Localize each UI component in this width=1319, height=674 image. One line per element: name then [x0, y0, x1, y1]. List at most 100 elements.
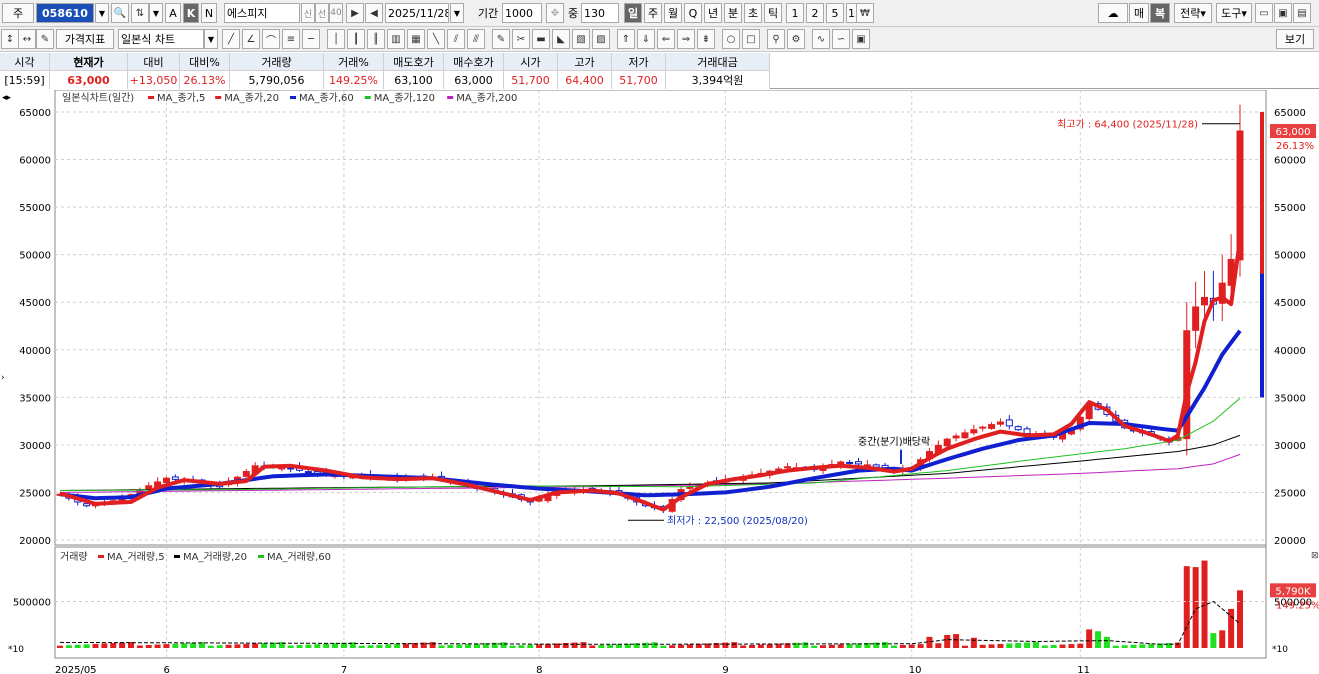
volume-bar: [1103, 636, 1110, 648]
btn-n[interactable]: N: [201, 3, 217, 23]
interval-button-6[interactable]: 초: [744, 3, 762, 23]
pencil-icon[interactable]: ✎: [492, 29, 510, 49]
play-icon[interactable]: ▶: [346, 3, 364, 23]
arrow-up-icon[interactable]: ⇑: [617, 29, 635, 49]
date-field[interactable]: 2025/11/28: [385, 3, 449, 23]
vlines3-icon[interactable]: ║: [367, 29, 385, 49]
frame-icon[interactable]: ▣: [852, 29, 870, 49]
interval-button-3[interactable]: Q: [684, 3, 702, 23]
sort-icon[interactable]: ⇅: [131, 3, 149, 23]
pattern1-icon[interactable]: ▧: [572, 29, 590, 49]
quote-header-7: 매수호가: [444, 53, 504, 71]
arrow-right-icon[interactable]: ⇒: [677, 29, 695, 49]
interval-button-9[interactable]: 2: [806, 3, 824, 23]
volume-bar: [500, 642, 507, 648]
candle-body: [1005, 419, 1013, 427]
parallel2-icon[interactable]: ⫻: [467, 29, 485, 49]
sort-dropdown-icon[interactable]: ▼: [149, 3, 163, 23]
last-volume-pct: 149.25%: [1276, 600, 1319, 611]
vline-icon[interactable]: │: [327, 29, 345, 49]
triangle-icon[interactable]: ◣: [552, 29, 570, 49]
x-axis-label: 11: [1077, 665, 1090, 674]
candle-body: [1201, 296, 1209, 306]
btn-n-label: N: [204, 6, 214, 20]
fan-icon[interactable]: ≡: [282, 29, 300, 49]
interval-button-1[interactable]: 주: [644, 3, 662, 23]
tools-menu[interactable]: 도구 ▾: [1216, 3, 1252, 23]
square-icon[interactable]: □: [742, 29, 760, 49]
pattern2-icon[interactable]: ▨: [592, 29, 610, 49]
market-select[interactable]: 주: [2, 3, 34, 23]
arrow-down-icon[interactable]: ⇓: [637, 29, 655, 49]
volume-bar: [287, 645, 294, 648]
won-icon[interactable]: ₩: [856, 3, 874, 23]
interval-button-4[interactable]: 년: [704, 3, 722, 23]
strategy-menu[interactable]: 전략 ▾: [1174, 3, 1212, 23]
volume-bar: [358, 645, 365, 648]
prev-icon[interactable]: ◀: [365, 3, 383, 23]
btn-sin[interactable]: 신: [301, 3, 315, 23]
edit-icon[interactable]: ✎: [36, 29, 54, 49]
btn-sel[interactable]: 선: [315, 3, 329, 23]
btn-k[interactable]: K: [183, 3, 199, 23]
vlines2-icon[interactable]: ┃: [347, 29, 365, 49]
channel-icon[interactable]: ╲: [427, 29, 445, 49]
btn-a[interactable]: A: [165, 3, 181, 23]
save-icon[interactable]: ▣: [1274, 3, 1292, 23]
wave1-icon[interactable]: ∿: [812, 29, 830, 49]
left-tick-label: 25000: [19, 488, 51, 499]
chart-type-select[interactable]: 일본식 차트: [118, 29, 204, 49]
interval-button-7[interactable]: 틱: [764, 3, 782, 23]
arc-icon[interactable]: ⌒: [262, 29, 280, 49]
settings-icon[interactable]: ⚙: [787, 29, 805, 49]
view-label: 보기: [1284, 33, 1306, 46]
arrow-up-down-icon[interactable]: ↕: [1, 29, 19, 49]
period-input[interactable]: 1000: [502, 3, 542, 23]
search-icon[interactable]: 🔍: [111, 3, 129, 23]
stock-name-field[interactable]: 에스피지: [224, 3, 300, 23]
candle-body: [1023, 428, 1031, 434]
print-icon[interactable]: ▤: [1293, 3, 1311, 23]
arrow-left-right-icon[interactable]: ↔: [18, 29, 36, 49]
btn-sin-label: 신: [303, 9, 313, 20]
interval-button-8[interactable]: 1: [786, 3, 804, 23]
low-annotation: 최저가 : 22,500 (2025/08/20): [667, 515, 808, 527]
parallel-icon[interactable]: ⫽: [447, 29, 465, 49]
price-volume-chart[interactable]: 20000 20000 25000 25000 30000 30000 35000 35000…: [0, 90, 1319, 674]
angle-icon[interactable]: ∠: [242, 29, 260, 49]
cloud-icon[interactable]: ☁: [1098, 3, 1128, 23]
wave2-icon[interactable]: ∽: [832, 29, 850, 49]
circle-icon[interactable]: ○: [722, 29, 740, 49]
buy-button[interactable]: 매: [1129, 3, 1149, 23]
event-annotation: 중간(분기)배당락: [858, 436, 930, 448]
volume-bar: [598, 645, 605, 648]
view-button[interactable]: 보기: [1276, 29, 1314, 49]
magnify-icon[interactable]: ⚲: [767, 29, 785, 49]
won-glyph: ₩: [860, 7, 870, 19]
cut-icon[interactable]: ✂: [512, 29, 530, 49]
interval-button-2[interactable]: 월: [664, 3, 682, 23]
volume-bar: [890, 645, 897, 648]
btn-40[interactable]: 40: [329, 3, 343, 23]
code-dropdown-icon[interactable]: ▼: [95, 3, 109, 23]
stock-code-input[interactable]: 058610: [36, 3, 94, 23]
date-dropdown-icon[interactable]: ▼: [450, 3, 464, 23]
grid1-icon[interactable]: ▥: [387, 29, 405, 49]
interval-button-5[interactable]: 분: [724, 3, 742, 23]
volume-bar: [722, 642, 729, 648]
rect-bar-icon[interactable]: ▬: [532, 29, 550, 49]
interval-button-0[interactable]: 일: [624, 3, 642, 23]
hline-icon[interactable]: ─: [302, 29, 320, 49]
arrow-left-icon[interactable]: ⇐: [657, 29, 675, 49]
volume-bar: [1015, 642, 1022, 648]
folder-icon[interactable]: ▭: [1255, 3, 1273, 23]
arrow-page-icon[interactable]: ⇟: [697, 29, 715, 49]
interval-button-10[interactable]: 5: [826, 3, 844, 23]
grid2-icon[interactable]: ▦: [407, 29, 425, 49]
indicator-button[interactable]: 가격지표: [56, 29, 114, 49]
crosshair-icon[interactable]: ✥: [546, 3, 564, 23]
trendline-icon[interactable]: ╱: [222, 29, 240, 49]
sell-button[interactable]: 복: [1150, 3, 1170, 23]
count-input[interactable]: 130: [581, 3, 619, 23]
chart-type-dropdown-icon[interactable]: ▼: [204, 29, 218, 49]
